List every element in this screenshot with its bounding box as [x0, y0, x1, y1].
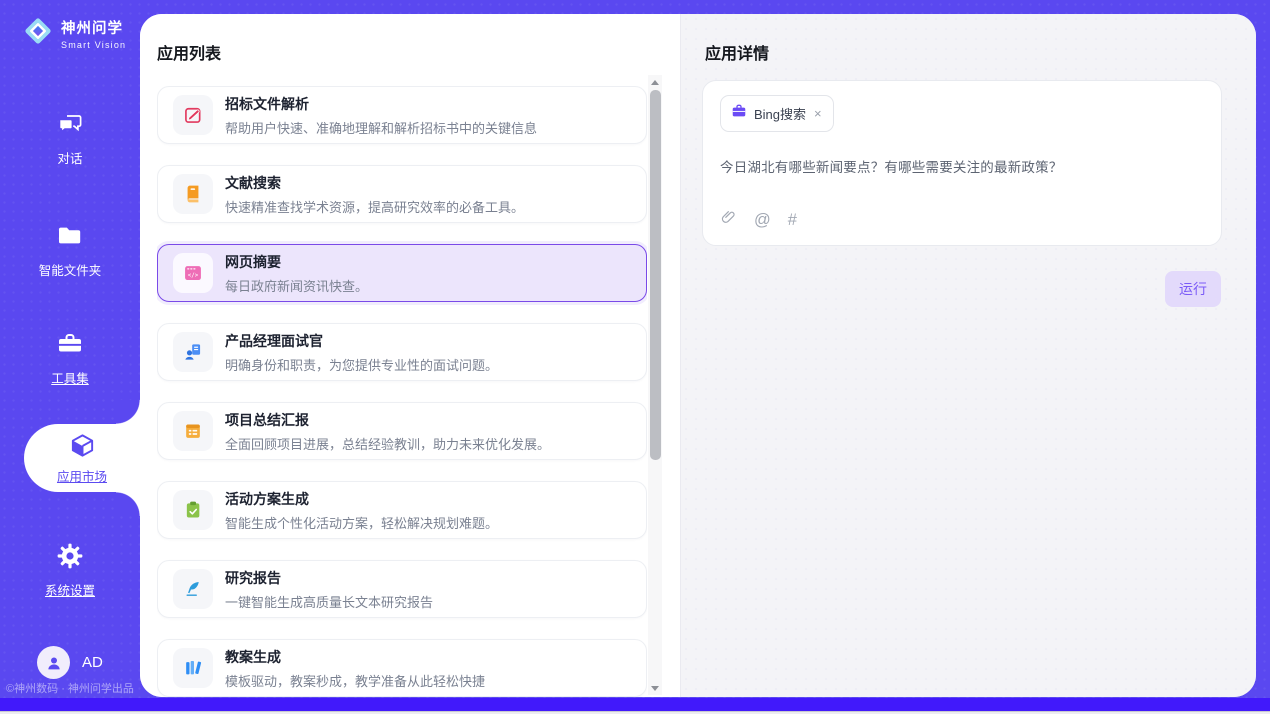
- sidebar-item-label: 应用市场: [57, 466, 107, 485]
- app-list-title: 应用列表: [157, 40, 221, 64]
- app-desc: 帮助用户快速、准确地理解和解析招标书中的关键信息: [225, 118, 537, 137]
- book-icon: [173, 174, 213, 214]
- mention-icon[interactable]: @: [754, 212, 771, 229]
- sidebar-item-label: 智能文件夹: [39, 260, 102, 279]
- scrollbar-thumb[interactable]: [650, 90, 661, 460]
- query-composer[interactable]: Bing搜索 × 今日湖北有哪些新闻要点？有哪些需要关注的最新政策？ @ #: [702, 80, 1222, 246]
- toolbox-icon: [56, 330, 84, 361]
- composer-toolbar: @ #: [720, 209, 797, 231]
- app-card-lesson-plan[interactable]: 教案生成 模板驱动，教案秒成，教学准备从此轻松快捷: [157, 639, 647, 697]
- app-desc: 模板驱动，教案秒成，教学准备从此轻松快捷: [225, 671, 485, 690]
- sidebar-item-label: 工具集: [51, 368, 89, 387]
- tool-tag-label: Bing搜索: [754, 104, 806, 123]
- app-card-project-summary[interactable]: 项目总结汇报 全面回顾项目进展，总结经验教训，助力未来优化发展。: [157, 402, 647, 460]
- user-name: AD: [82, 654, 103, 671]
- brand-subtitle: Smart Vision: [61, 40, 126, 50]
- app-window: 神州问学 Smart Vision 对话 智能文件夹: [0, 0, 1270, 714]
- books-icon: [173, 648, 213, 688]
- query-text[interactable]: 今日湖北有哪些新闻要点？有哪些需要关注的最新政策？: [720, 156, 1204, 176]
- chat-icon: [56, 110, 84, 141]
- app-desc: 一键智能生成高质量长文本研究报告: [225, 592, 433, 611]
- hash-icon[interactable]: #: [788, 212, 797, 229]
- tag-close-icon[interactable]: ×: [813, 106, 823, 121]
- app-name: 项目总结汇报: [225, 410, 550, 430]
- app-name: 研究报告: [225, 568, 433, 588]
- sidebar-item-chat[interactable]: 对话: [0, 110, 140, 167]
- app-desc: 每日政府新闻资讯快查。: [225, 276, 368, 295]
- app-desc: 全面回顾项目进展，总结经验教训，助力未来优化发展。: [225, 434, 550, 453]
- briefcase-icon: [731, 103, 747, 124]
- report-grid-icon: [173, 411, 213, 451]
- scroll-down-arrow[interactable]: [648, 681, 662, 695]
- folder-icon: [56, 222, 84, 253]
- app-name: 文献搜索: [225, 173, 524, 193]
- app-list-panel: 应用列表 招标文件解析 帮助用户快速、准确地理解和解析招标书中的关键信息: [140, 14, 681, 697]
- app-card-research-report[interactable]: 研究报告 一键智能生成高质量长文本研究报告: [157, 560, 647, 618]
- app-card-pm-interviewer[interactable]: 产品经理面试官 明确身份和职责，为您提供专业性的面试问题。: [157, 323, 647, 381]
- app-desc: 智能生成个性化活动方案，轻松解决规划难题。: [225, 513, 498, 532]
- brand-name: 神州问学: [61, 17, 126, 38]
- cube-icon: [69, 432, 96, 462]
- sidebar-item-toolset[interactable]: 工具集: [0, 330, 140, 387]
- bottom-accent-bar: [0, 698, 1270, 711]
- tool-tag-bing-search[interactable]: Bing搜索 ×: [720, 95, 834, 132]
- app-name: 活动方案生成: [225, 489, 498, 509]
- diamond-logo-icon: [22, 15, 54, 52]
- pen-square-icon: [173, 95, 213, 135]
- app-detail-panel: 应用详情 Bing搜索 × 今日湖北有哪些新闻要点？有哪些需要关注的最新政策？: [681, 14, 1256, 697]
- app-list-scrollbar[interactable]: [648, 75, 662, 695]
- app-list: 招标文件解析 帮助用户快速、准确地理解和解析招标书中的关键信息 文献搜索: [157, 86, 647, 697]
- brand-logo: 神州问学 Smart Vision: [22, 15, 126, 52]
- sidebar-item-settings[interactable]: 系统设置: [0, 542, 140, 599]
- app-card-web-summary[interactable]: </> 网页摘要 每日政府新闻资讯快查。: [157, 244, 647, 302]
- sidebar-item-app-market[interactable]: 应用市场: [24, 424, 140, 492]
- user-account[interactable]: AD: [37, 646, 103, 679]
- app-desc: 快速精准查找学术资源，提高研究效率的必备工具。: [225, 197, 524, 216]
- browser-code-icon: </>: [173, 253, 213, 293]
- sidebar-item-label: 系统设置: [45, 580, 95, 599]
- interviewer-icon: [173, 332, 213, 372]
- app-card-bid-analysis[interactable]: 招标文件解析 帮助用户快速、准确地理解和解析招标书中的关键信息: [157, 86, 647, 144]
- sidebar-item-label: 对话: [57, 148, 82, 167]
- svg-text:</>: </>: [188, 273, 199, 279]
- quill-icon: [173, 569, 213, 609]
- avatar: [37, 646, 70, 679]
- app-detail-title: 应用详情: [705, 40, 769, 64]
- app-name: 网页摘要: [225, 252, 368, 272]
- sidebar-item-smart-folder[interactable]: 智能文件夹: [0, 222, 140, 279]
- app-card-event-plan[interactable]: 活动方案生成 智能生成个性化活动方案，轻松解决规划难题。: [157, 481, 647, 539]
- scroll-up-arrow[interactable]: [648, 75, 662, 89]
- clipboard-check-icon: [173, 490, 213, 530]
- app-name: 产品经理面试官: [225, 331, 498, 351]
- sidebar: 神州问学 Smart Vision 对话 智能文件夹: [0, 0, 140, 698]
- app-name: 招标文件解析: [225, 94, 537, 114]
- paperclip-icon[interactable]: [720, 209, 737, 231]
- copyright-text: ©神州数码 · 神州问学出品: [0, 680, 140, 696]
- gear-icon: [56, 542, 84, 573]
- app-desc: 明确身份和职责，为您提供专业性的面试问题。: [225, 355, 498, 374]
- app-card-literature-search[interactable]: 文献搜索 快速精准查找学术资源，提高研究效率的必备工具。: [157, 165, 647, 223]
- main-content: 应用列表 招标文件解析 帮助用户快速、准确地理解和解析招标书中的关键信息: [140, 14, 1256, 697]
- run-button[interactable]: 运行: [1165, 271, 1221, 307]
- app-name: 教案生成: [225, 647, 485, 667]
